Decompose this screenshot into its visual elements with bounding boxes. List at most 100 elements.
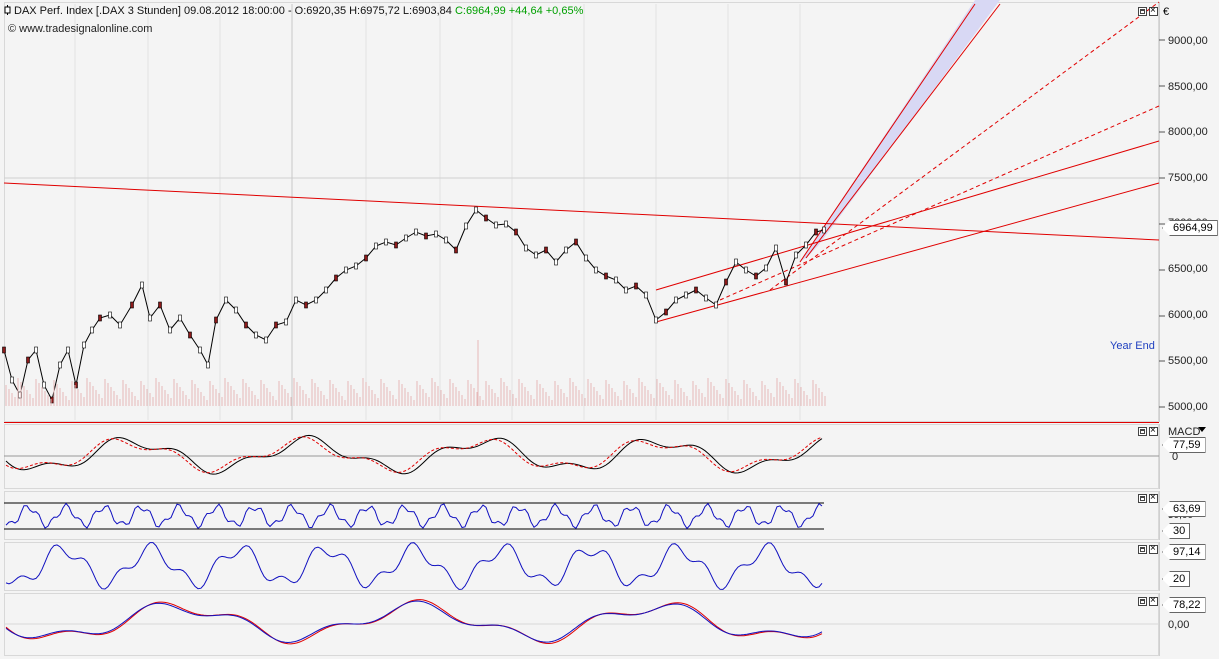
candle [42, 381, 46, 389]
price-tick: 9000,00 [1168, 35, 1208, 47]
momentum-signal-line [5, 600, 823, 644]
copyright-icon: © [8, 23, 17, 35]
candle [454, 246, 458, 254]
maximize-panel-button[interactable] [1138, 494, 1147, 503]
stochastic-line [5, 542, 823, 590]
candle [264, 336, 268, 344]
candle [674, 296, 678, 304]
candle [814, 228, 818, 236]
candle [544, 246, 548, 254]
candle [26, 356, 30, 364]
resistance-line [3, 182, 1160, 241]
candle [324, 286, 328, 294]
rsi-value-label: 63,69 [1162, 501, 1206, 517]
close-panel-button[interactable] [1149, 425, 1158, 437]
candle [464, 222, 468, 230]
candle [414, 228, 418, 236]
macd-level: 0 [1172, 451, 1179, 463]
momentum-line [5, 599, 823, 645]
price-tick: 6000,00 [1168, 309, 1208, 321]
candle [344, 266, 348, 274]
price-tick: 8000,00 [1168, 126, 1208, 138]
close-panel-button[interactable] [1149, 5, 1158, 17]
candle [684, 291, 688, 299]
candle [294, 296, 298, 304]
candle [794, 251, 798, 259]
candle [168, 326, 172, 334]
close-panel-button[interactable] [1149, 595, 1158, 607]
chart-title: DAX Perf. Index [.DAX 3 Stunden] 09.08.2… [14, 5, 455, 17]
macd-signal-line [5, 436, 823, 474]
momentum-value-label: 78,22 [1162, 597, 1206, 613]
candle [644, 291, 648, 299]
fan-line [719, 105, 1160, 301]
candle [564, 246, 568, 254]
candle [66, 346, 70, 354]
candle [274, 321, 278, 329]
candle [404, 234, 408, 242]
candle [474, 206, 478, 214]
candle [354, 262, 358, 270]
candle [364, 254, 368, 262]
candle [384, 238, 388, 246]
candle [98, 314, 102, 322]
close-panel-button[interactable] [1149, 543, 1158, 555]
last-price-label: 6964,99 [1162, 220, 1218, 236]
candle [424, 232, 428, 240]
candle [314, 296, 318, 304]
trendline [805, 3, 1001, 259]
candle [744, 266, 748, 274]
macd-title: MACD [1168, 426, 1201, 438]
candle [214, 316, 218, 324]
candle [822, 226, 826, 234]
price-tick: 5500,00 [1168, 355, 1208, 367]
chart-header: DAX Perf. Index [.DAX 3 Stunden] 09.08.2… [4, 4, 583, 17]
trendline [655, 140, 1160, 291]
candle [494, 221, 498, 229]
maximize-panel-button[interactable] [1138, 7, 1147, 16]
candle [224, 296, 228, 304]
stoch-value-label: 97,14 [1162, 544, 1206, 560]
candle [58, 361, 62, 369]
candle [188, 331, 192, 339]
close-panel-button[interactable] [1149, 492, 1158, 504]
candle [10, 376, 14, 384]
candle [724, 278, 728, 286]
channel-band [800, 0, 1000, 262]
chevron-down-icon[interactable] [1198, 427, 1206, 432]
candle [584, 254, 588, 262]
candle [634, 282, 638, 290]
candle [624, 286, 628, 294]
maximize-panel-button[interactable] [1138, 597, 1147, 606]
candle [234, 306, 238, 314]
maximize-panel-button[interactable] [1138, 545, 1147, 554]
candle [734, 258, 738, 266]
chart-drawing-layer [2, 0, 1165, 645]
candle [804, 241, 808, 249]
candle [2, 346, 6, 354]
candle [334, 274, 338, 282]
maximize-panel-button[interactable] [1138, 427, 1147, 436]
candle [130, 301, 134, 309]
price-tick: 8500,00 [1168, 81, 1208, 93]
candle [574, 238, 578, 246]
candle [664, 308, 668, 316]
price-line [3, 209, 825, 402]
candle [394, 241, 398, 249]
candle [140, 281, 144, 289]
candle [654, 316, 658, 324]
candle [614, 276, 618, 284]
candle [434, 230, 438, 238]
candle [714, 301, 718, 309]
candle [254, 331, 258, 339]
candle [774, 244, 778, 252]
candle [198, 346, 202, 354]
candle [704, 294, 708, 302]
candle [514, 228, 518, 236]
candle [754, 272, 758, 280]
candle [784, 278, 788, 286]
candle [148, 314, 152, 322]
candle [524, 244, 528, 252]
price-tick: 6500,00 [1168, 263, 1208, 275]
macd-line [5, 434, 823, 475]
